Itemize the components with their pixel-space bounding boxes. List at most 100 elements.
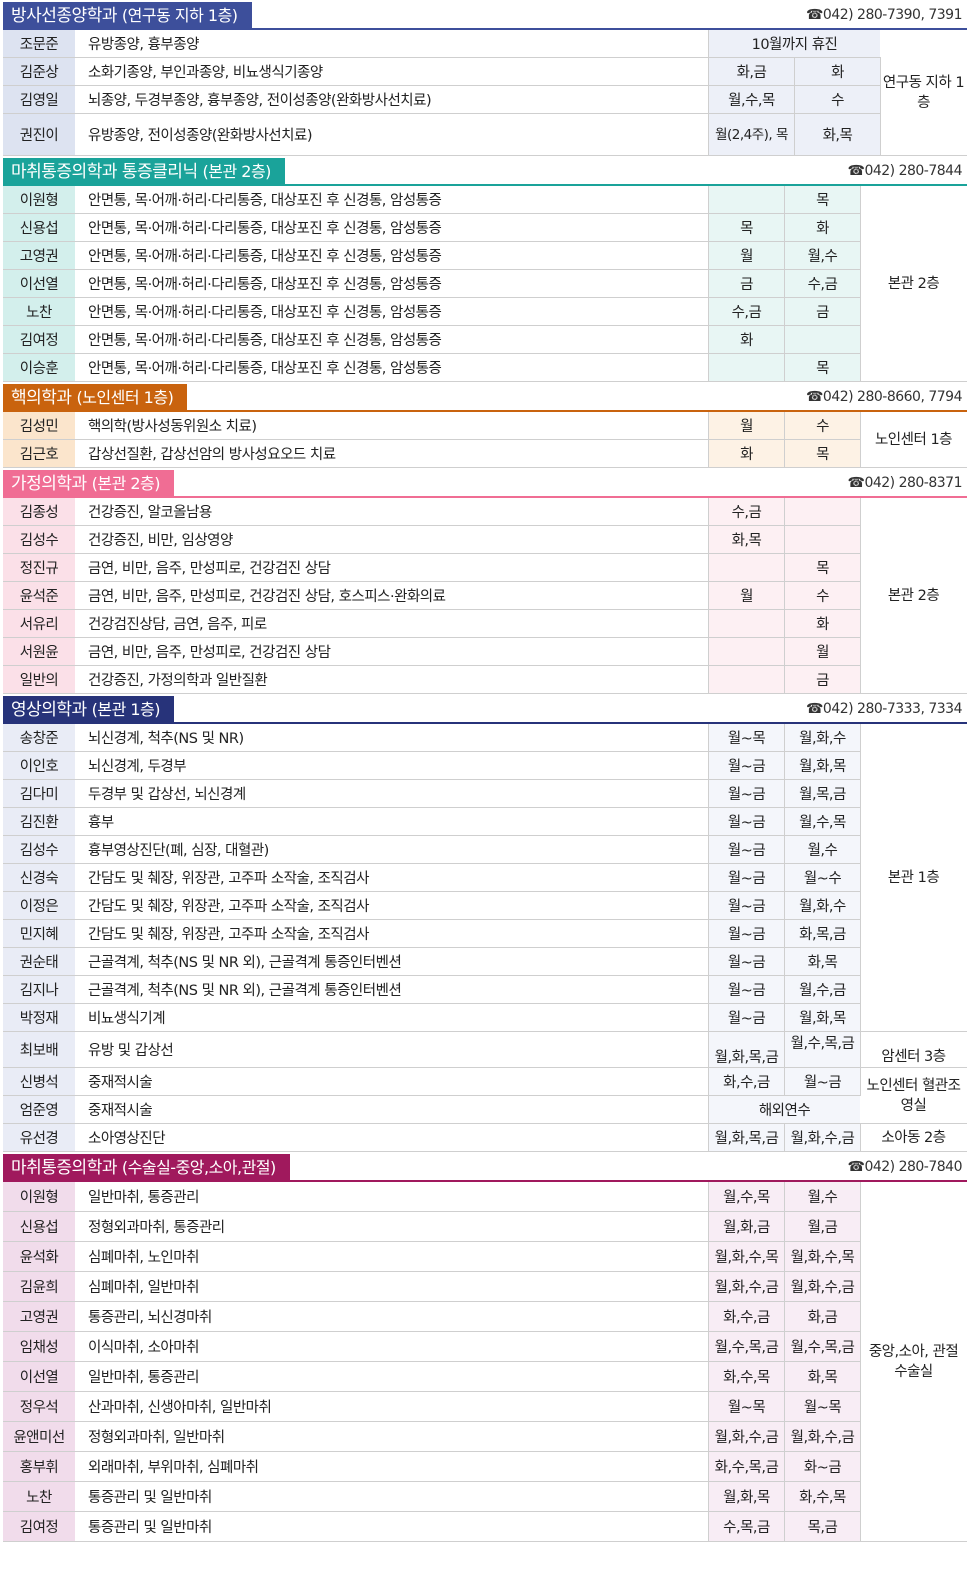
section-title: 마취통증의학과 (수술실-중앙,소아,관절) — [3, 1154, 290, 1182]
specialty: 소아영상진단 — [75, 1123, 709, 1152]
table-row: 노찬 안면통, 목·어깨·허리·다리통증, 대상포진 후 신경통, 암성통증 수,금… — [3, 297, 967, 326]
schedule-pm — [784, 525, 861, 554]
clinic-location: 소아동 2층 — [860, 1123, 967, 1152]
table-row: 신경숙 간담도 및 췌장, 위장관, 고주파 소작술, 조직검사 월~금 월~수 — [3, 863, 967, 892]
specialty: 간담도 및 췌장, 위장관, 고주파 소작술, 조직검사 — [75, 919, 709, 948]
specialty: 근골격계, 척추(NS 및 NR 외), 근골격계 통증인터벤션 — [75, 947, 709, 976]
schedule-pm: 수 — [794, 85, 881, 114]
table-row: 김종성 건강증진, 알코올남용 수,금 본관 2층 — [3, 498, 967, 694]
schedule-am: 화,수,목,금 — [708, 1451, 785, 1482]
specialty: 건강증진, 알코올남용 — [75, 498, 709, 526]
specialty: 안면통, 목·어깨·허리·다리통증, 대상포진 후 신경통, 암성통증 — [75, 325, 709, 354]
schedule-pm: 월,화,목 — [784, 1003, 861, 1032]
table-row: 이원형 일반마취, 통증관리 월,수,목 월,수 중앙,소아, 관절 수술실 — [3, 1182, 967, 1542]
schedule-am — [708, 609, 785, 638]
specialty: 건강증진, 가정의학과 일반질환 — [75, 665, 709, 694]
department-location: (연구동 지하 1층) — [121, 6, 238, 25]
doctor-name: 김성민 — [3, 412, 76, 440]
table-row: 서원윤 금연, 비만, 음주, 만성피로, 건강검진 상담 월 — [3, 637, 967, 666]
specialty: 뇌신경계, 척추(NS 및 NR) — [75, 724, 709, 752]
table-row: 노찬 통증관리 및 일반마취 월,화,목 화,수,목 — [3, 1481, 967, 1512]
table-row: 신병석 중재적시술 화,수,금 월~금 노인센터 혈관조영실 — [3, 1067, 967, 1124]
table-row: 김근호 갑상선질환, 갑상선암의 방사성요오드 치료 화 목 — [3, 439, 967, 468]
schedule-pm: 월~수 — [784, 863, 861, 892]
doctor-name: 권진이 — [3, 113, 76, 156]
clinic-location: 본관 1층 — [860, 724, 967, 1032]
doctor-name: 신용섭 — [3, 1211, 76, 1242]
schedule-pm: 목 — [784, 439, 861, 468]
schedule-pm: 월,수,금 — [784, 975, 861, 1004]
phone-icon: ☎ — [805, 701, 823, 717]
section-title: 마취통증의학과 통증클리닉 (본관 2층) — [3, 158, 285, 186]
specialty: 금연, 비만, 음주, 만성피로, 건강검진 상담 — [75, 637, 709, 666]
specialty: 뇌신경계, 두경부 — [75, 751, 709, 780]
doctor-name: 이원형 — [3, 186, 76, 214]
section-title: 방사선종양학과 (연구동 지하 1층) — [3, 2, 252, 30]
schedule-am: 월~금 — [708, 947, 785, 976]
table-row: 김다미 두경부 및 갑상선, 뇌신경계 월~금 월,목,금 — [3, 779, 967, 808]
specialty: 흉부 — [75, 807, 709, 836]
table-row: 신용섭 정형외과마취, 통증관리 월,화,금 월,금 — [3, 1211, 967, 1242]
table-row: 정우석 산과마취, 신생아마취, 일반마취 월~목 월~목 — [3, 1391, 967, 1422]
schedule-pm: 월 — [784, 637, 861, 666]
schedule-page: 방사선종양학과 (연구동 지하 1층) ☎042) 280-7390, 7391 조… — [0, 0, 970, 1542]
schedule-table: 송창준 뇌신경계, 척추(NS 및 NR) 월~목 월,화,수 본관 1층 이인호 뇌신경계… — [3, 724, 967, 1152]
schedule-table: 이원형 안면통, 목·어깨·허리·다리통증, 대상포진 후 신경통, 암성통증 목 본… — [3, 186, 967, 382]
department-location: (본관 2층) — [91, 474, 161, 493]
schedule-am: 화,금 — [708, 57, 795, 86]
schedule-pm: 월,화,수,목 — [784, 1241, 861, 1272]
specialty: 중재적시술 — [75, 1067, 709, 1096]
doctor-name: 엄준영 — [3, 1095, 76, 1124]
closure-note: 해외연수 — [708, 1095, 861, 1124]
specialty: 일반마취, 통증관리 — [75, 1361, 709, 1392]
phone-icon: ☎ — [847, 163, 865, 179]
schedule-pm: 목 — [784, 186, 861, 214]
section-title: 영상의학과 (본관 1층) — [3, 696, 175, 724]
doctor-name: 신경숙 — [3, 863, 76, 892]
schedule-am: 월,화,목,금 — [708, 1031, 785, 1068]
doctor-name: 윤석화 — [3, 1241, 76, 1272]
schedule-pm: 화~금 — [784, 1451, 861, 1482]
specialty: 이식마취, 소아마취 — [75, 1331, 709, 1362]
table-row: 윤앤미선 정형외과마취, 일반마취 월,화,수,금 월,화,수,금 — [3, 1421, 967, 1452]
schedule-am: 월~금 — [708, 863, 785, 892]
schedule-am: 월,수,목 — [708, 85, 795, 114]
schedule-pm: 수 — [784, 412, 861, 440]
doctor-name: 김다미 — [3, 779, 76, 808]
specialty: 정형외과마취, 통증관리 — [75, 1211, 709, 1242]
specialty: 안면통, 목·어깨·허리·다리통증, 대상포진 후 신경통, 암성통증 — [75, 186, 709, 214]
specialty: 비뇨생식기계 — [75, 1003, 709, 1032]
schedule-am: 월~금 — [708, 891, 785, 920]
schedule-pm: 화 — [784, 609, 861, 638]
phone-number: ☎042) 280-8660, 7794 — [806, 389, 963, 405]
table-row: 엄준영 중재적시술 해외연수 — [3, 1095, 967, 1124]
specialty: 핵의학(방사성동위원소 치료) — [75, 412, 709, 440]
specialty: 두경부 및 갑상선, 뇌신경계 — [75, 779, 709, 808]
specialty: 갑상선질환, 갑상선암의 방사성요오드 치료 — [75, 439, 709, 468]
doctor-name: 김진환 — [3, 807, 76, 836]
specialty: 통증관리 및 일반마취 — [75, 1511, 709, 1542]
section-rule — [3, 496, 967, 498]
schedule-pm: 월,수 — [784, 241, 861, 270]
specialty: 일반마취, 통증관리 — [75, 1182, 709, 1212]
doctor-name: 정진규 — [3, 553, 76, 582]
specialty: 뇌종양, 두경부종양, 흉부종양, 전이성종양(완화방사선치료) — [75, 85, 709, 114]
schedule-table: 김성민 핵의학(방사성동위원소 치료) 월 수 노인센터 1층 김근호 갑상선질환, 갑상선… — [3, 412, 967, 468]
doctor-name: 윤앤미선 — [3, 1421, 76, 1452]
schedule-am: 수,금 — [708, 297, 785, 326]
schedule-pm — [784, 325, 861, 354]
doctor-name: 윤석준 — [3, 581, 76, 610]
schedule-pm: 월,화,목 — [784, 751, 861, 780]
schedule-pm: 월,수,목 — [784, 807, 861, 836]
department-name: 마취통증의학과 통증클리닉 — [11, 162, 198, 182]
doctor-name: 이승훈 — [3, 353, 76, 382]
specialty: 소화기종양, 부인과종양, 비뇨생식기종양 — [75, 57, 709, 86]
doctor-name: 박정재 — [3, 1003, 76, 1032]
department-location: (본관 1층) — [91, 700, 161, 719]
schedule-pm: 월,수 — [784, 1182, 861, 1212]
table-row: 이선열 안면통, 목·어깨·허리·다리통증, 대상포진 후 신경통, 암성통증 금 수… — [3, 269, 967, 298]
schedule-pm — [784, 498, 861, 526]
doctor-name: 신병석 — [3, 1067, 76, 1096]
department-name: 영상의학과 — [11, 700, 87, 720]
schedule-pm: 수 — [784, 581, 861, 610]
